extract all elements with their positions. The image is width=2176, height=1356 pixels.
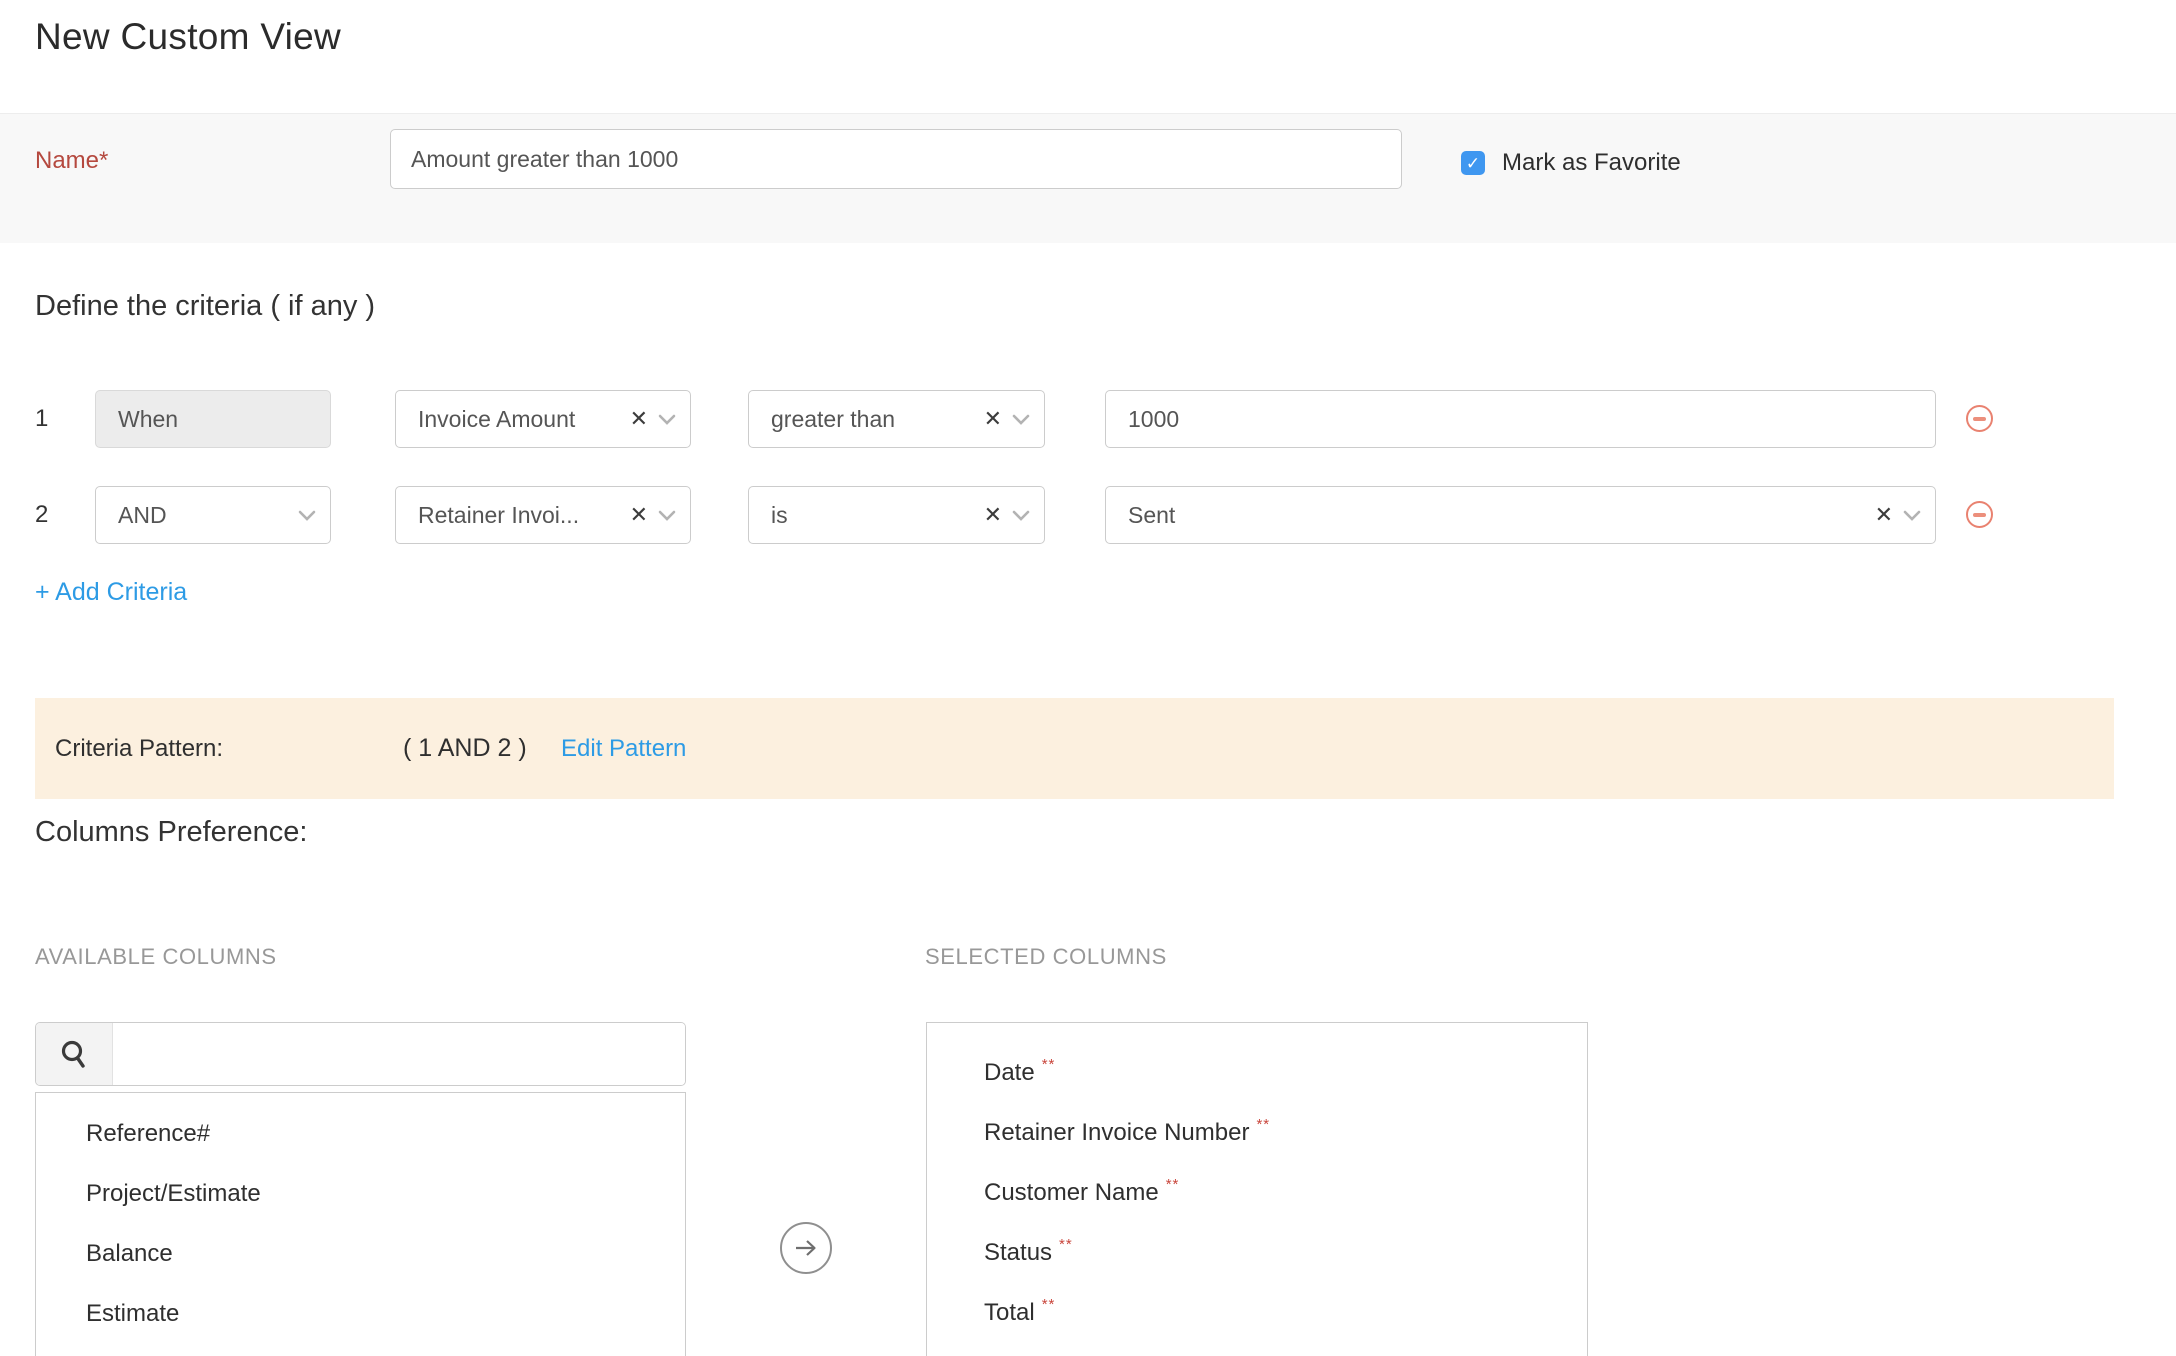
required-marker: ** [1059, 1235, 1073, 1253]
search-icon-button[interactable] [36, 1023, 113, 1085]
minus-icon [1973, 512, 1986, 517]
criteria-value-input[interactable] [1105, 390, 1936, 448]
clear-icon[interactable]: ✕ [1875, 504, 1893, 526]
selected-columns-list: Date ** Retainer Invoice Number ** Customer … [926, 1022, 1588, 1356]
selected-column-label: Status [984, 1239, 1053, 1266]
name-label: Name* [35, 147, 109, 174]
view-name-input[interactable] [390, 129, 1402, 189]
columns-preference-heading: Columns Preference: [35, 816, 308, 848]
favorite-checkbox[interactable]: ✓ [1461, 151, 1485, 175]
field-dropdown[interactable]: Invoice Amount ✕ [395, 390, 691, 448]
available-columns-header: AVAILABLE COLUMNS [35, 944, 277, 969]
required-marker: ** [1165, 1175, 1180, 1193]
connector-dropdown[interactable]: AND [95, 486, 331, 544]
selected-column-item[interactable]: Status ** [927, 1223, 1587, 1283]
clear-icon[interactable]: ✕ [630, 408, 648, 430]
remove-criteria-button[interactable] [1966, 405, 1993, 432]
criteria-row-1: 1 When Invoice Amount ✕ greater than ✕ [0, 390, 2176, 448]
favorite-label: Mark as Favorite [1502, 149, 1681, 176]
selected-column-item[interactable]: Date ** [927, 1043, 1587, 1103]
clear-icon[interactable]: ✕ [984, 408, 1002, 430]
available-column-item[interactable]: Balance [36, 1224, 685, 1284]
edit-pattern-link[interactable]: Edit Pattern [561, 698, 686, 799]
chevron-down-icon [1012, 414, 1030, 425]
available-columns-list: Reference# Project/Estimate Balance Estimat… [35, 1092, 686, 1356]
criteria-heading: Define the criteria ( if any ) [35, 290, 376, 322]
chevron-down-icon [658, 414, 676, 425]
clear-icon[interactable]: ✕ [984, 504, 1002, 526]
chevron-down-icon [298, 510, 316, 521]
criteria-pattern-bar: Criteria Pattern: ( 1 AND 2 ) Edit Patte… [35, 698, 2114, 799]
chevron-down-icon [658, 510, 676, 521]
remove-criteria-button[interactable] [1966, 501, 1993, 528]
column-search [35, 1022, 686, 1086]
selected-column-item[interactable]: Customer Name ** [927, 1163, 1587, 1223]
page-title: New Custom View [35, 16, 342, 57]
clear-icon[interactable]: ✕ [630, 504, 648, 526]
value-dropdown[interactable]: Sent ✕ [1105, 486, 1936, 544]
check-icon: ✓ [1465, 153, 1481, 173]
criteria-row-2: 2 AND Retainer Invoi... ✕ is ✕ Sent ✕ [0, 486, 2176, 544]
chevron-down-icon [1012, 510, 1030, 521]
field-dropdown[interactable]: Retainer Invoi... ✕ [395, 486, 691, 544]
add-criteria-link[interactable]: + Add Criteria [35, 578, 187, 607]
new-custom-view-page: New Custom View Name* ✓ Mark as Favorite… [0, 0, 2176, 1356]
criteria-row-number: 1 [35, 405, 49, 432]
operator-dropdown[interactable]: greater than ✕ [748, 390, 1045, 448]
search-icon [61, 1040, 85, 1068]
arrow-right-icon [796, 1240, 816, 1256]
available-column-item[interactable]: Estimate [36, 1284, 685, 1344]
selected-columns-header: SELECTED COLUMNS [925, 944, 1167, 969]
chevron-down-icon [1903, 510, 1921, 521]
name-section: Name* ✓ Mark as Favorite [0, 113, 2176, 243]
minus-icon [1973, 416, 1986, 421]
search-input[interactable] [113, 1023, 685, 1085]
criteria-row-number: 2 [35, 501, 49, 528]
connector-when: When [95, 390, 331, 448]
selected-column-item[interactable]: Retainer Invoice Number ** [927, 1103, 1587, 1163]
move-selected-button[interactable] [780, 1222, 832, 1274]
selected-column-label: Total [984, 1299, 1035, 1326]
criteria-pattern-value: ( 1 AND 2 ) [403, 734, 527, 762]
required-marker: ** [1256, 1115, 1271, 1133]
operator-dropdown[interactable]: is ✕ [748, 486, 1045, 544]
selected-column-label: Retainer Invoice Number [984, 1119, 1250, 1146]
selected-column-label: Date [984, 1059, 1035, 1086]
criteria-pattern-label: Criteria Pattern: [55, 734, 224, 762]
available-column-item[interactable]: Project/Estimate [36, 1164, 685, 1224]
required-marker: ** [1041, 1055, 1056, 1073]
selected-column-item[interactable]: Total ** [927, 1283, 1587, 1343]
required-marker: ** [1041, 1295, 1056, 1313]
selected-column-label: Customer Name [984, 1179, 1159, 1206]
available-column-item[interactable]: Reference# [36, 1104, 685, 1164]
